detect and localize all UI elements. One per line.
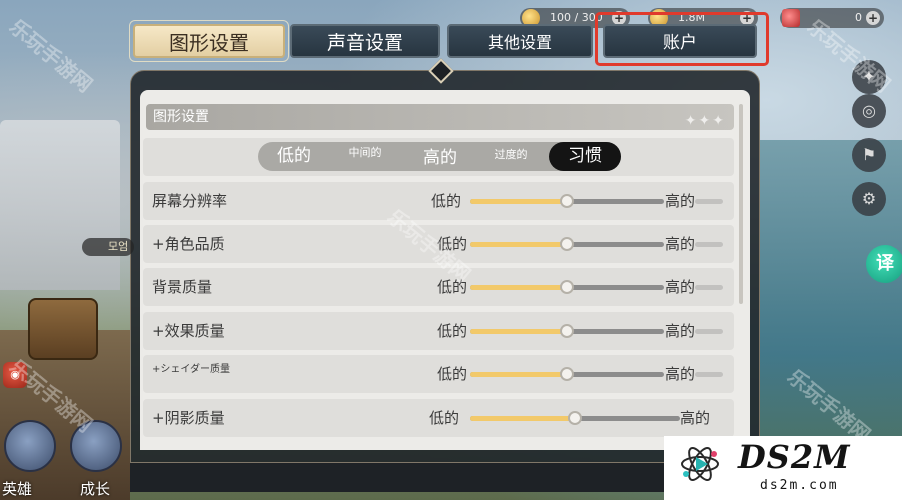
quest-icon[interactable]: ◎ (852, 94, 886, 128)
preset-custom[interactable]: 习惯 (549, 142, 621, 171)
preset-low[interactable]: 低的 (266, 142, 322, 171)
location-badge[interactable]: 모엄 (82, 238, 134, 256)
preset-high[interactable]: 高的 (412, 142, 468, 171)
slider-track[interactable] (470, 411, 680, 425)
tab-graphics-settings[interactable]: 图形设置 (129, 20, 289, 62)
slider-fill (470, 285, 567, 290)
slider-fill (470, 372, 567, 377)
low-label: 低的 (429, 409, 460, 427)
preset-medium[interactable]: 中间的 (342, 142, 388, 171)
slider-knob[interactable] (560, 237, 574, 251)
setting-label: +阴影质量 (152, 409, 225, 427)
low-label: 低的 (431, 192, 462, 210)
high-label: 高的 (665, 322, 696, 340)
slider-tail (695, 372, 723, 377)
low-label: 低的 (437, 365, 468, 383)
preset-excessive[interactable]: 过度的 (486, 142, 536, 171)
high-label: 高的 (665, 278, 696, 296)
slider-fill (470, 199, 567, 204)
low-label: 低的 (437, 322, 468, 340)
slider-knob[interactable] (560, 280, 574, 294)
slider-tail (695, 242, 723, 247)
setting-label: +角色品质 (152, 235, 225, 253)
tab-sound-settings[interactable]: 声音设置 (290, 24, 440, 58)
section-title: 图形设置 (153, 109, 209, 125)
hero-label[interactable]: 英雄 (2, 478, 32, 499)
treasure-chest-icon[interactable] (28, 298, 98, 360)
ds2m-logo: DS2M ds2m.com (664, 436, 902, 500)
high-label: 高的 (680, 409, 711, 427)
slider-knob[interactable] (560, 324, 574, 338)
account-tab-highlight (595, 12, 769, 66)
star-decoration-icon: ✦✦✦ (684, 113, 726, 129)
slider-track[interactable] (470, 237, 664, 251)
slider-fill (470, 242, 567, 247)
growth-label[interactable]: 成长 (80, 478, 110, 499)
slider-track[interactable] (470, 324, 664, 338)
slider-tail (695, 329, 723, 334)
slider-tail (695, 199, 723, 204)
hero-icon[interactable] (4, 420, 56, 472)
setting-label: +效果质量 (152, 322, 225, 340)
settings-scrollbar[interactable] (739, 104, 743, 304)
setting-row-shadow-quality: +阴影质量 低的 高的 (143, 399, 734, 437)
slider-track[interactable] (470, 280, 664, 294)
gear-icon[interactable]: ⚙ (852, 182, 886, 216)
add-gem-icon[interactable]: + (866, 11, 880, 25)
logo-sub-text: ds2m.com (760, 478, 839, 493)
slider-fill (470, 416, 575, 421)
setting-row-resolution: 屏幕分辨率 低的 高的 (143, 182, 734, 220)
tab-other-settings[interactable]: 其他设置 (447, 24, 593, 58)
logo-main-text: DS2M (738, 438, 851, 476)
translate-button[interactable]: 译 (866, 245, 902, 283)
high-label: 高的 (665, 235, 696, 253)
slider-knob[interactable] (568, 411, 582, 425)
castle-scenery (0, 120, 120, 290)
slider-track[interactable] (470, 194, 664, 208)
flag-icon[interactable]: ⚑ (852, 138, 886, 172)
high-label: 高的 (665, 365, 696, 383)
setting-row-background-quality: 背景质量 低的 高的 (143, 268, 734, 306)
gem-icon (782, 9, 800, 27)
setting-label: +シェイダー质量 (152, 364, 230, 375)
atom-logo-icon (681, 447, 719, 481)
setting-row-effect-quality: +效果质量 低的 高的 (143, 312, 734, 350)
gem-value: 0 (855, 11, 862, 24)
slider-knob[interactable] (560, 194, 574, 208)
setting-label: 屏幕分辨率 (152, 192, 228, 210)
section-header: 图形设置 ✦✦✦ (146, 104, 734, 130)
high-label: 高的 (665, 192, 696, 210)
slider-fill (470, 329, 567, 334)
slider-tail (695, 285, 723, 290)
slider-knob[interactable] (560, 367, 574, 381)
setting-row-shader-quality: +シェイダー质量 低的 高的 (143, 355, 734, 393)
setting-label: 背景质量 (152, 278, 213, 296)
slider-track[interactable] (470, 367, 664, 381)
